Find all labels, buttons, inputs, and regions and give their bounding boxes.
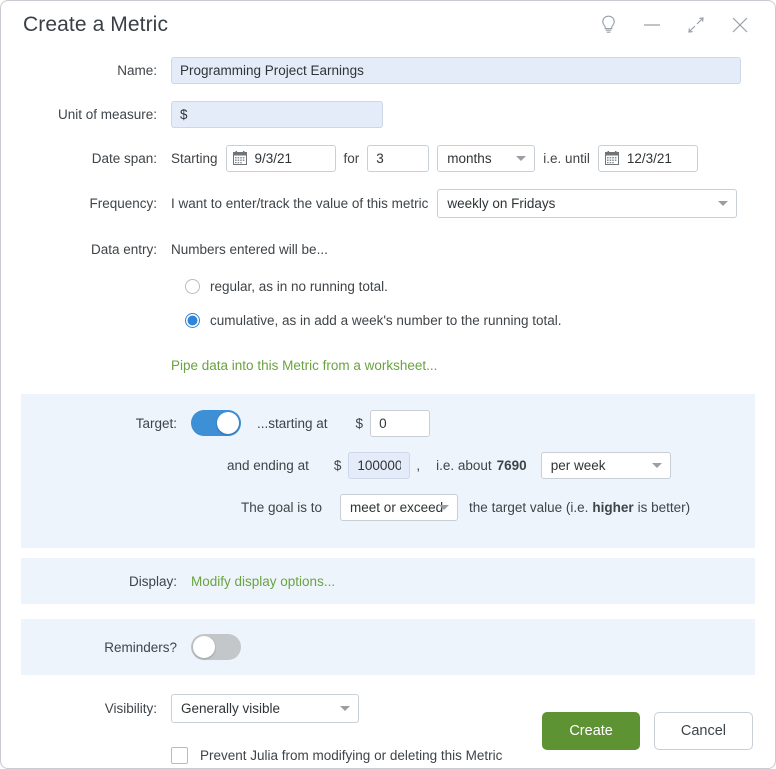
- start-date-value: 9/3/21: [254, 150, 293, 166]
- chevron-down-icon: [718, 201, 729, 206]
- goal-suffix-a: the target value (i.e.: [469, 499, 589, 515]
- radio-regular[interactable]: [185, 279, 200, 294]
- name-input[interactable]: [171, 56, 741, 84]
- data-entry-row: Data entry: Numbers entered will be...: [1, 234, 775, 264]
- visibility-label: Visibility:: [104, 700, 157, 716]
- target-starting-text: ...starting at: [257, 415, 328, 431]
- display-label: Display:: [128, 573, 177, 589]
- frequency-value: weekly on Fridays: [447, 195, 556, 211]
- target-end-input[interactable]: [348, 451, 411, 479]
- target-label: Target:: [135, 415, 177, 431]
- calendar-icon: [604, 151, 619, 165]
- calendar-icon: [232, 151, 247, 165]
- create-metric-dialog: Create a Metric Name: Programming Projec…: [0, 0, 776, 769]
- unit-row: Unit of measure:: [1, 99, 775, 129]
- end-date-field[interactable]: 12/3/21: [597, 144, 698, 172]
- pipe-data-link[interactable]: Pipe data into this Metric from a worksh…: [171, 358, 437, 373]
- collapse-icon[interactable]: [683, 12, 709, 38]
- prevent-modify-checkbox[interactable]: [171, 746, 188, 764]
- cancel-button[interactable]: Cancel: [653, 712, 753, 750]
- close-icon[interactable]: [727, 12, 753, 38]
- create-button[interactable]: Create: [542, 712, 640, 750]
- target-end-currency: $: [333, 457, 342, 473]
- chevron-down-icon: [516, 156, 527, 161]
- chevron-down-icon: [651, 463, 662, 468]
- data-entry-option-cumulative[interactable]: cumulative, as in add a week's number to…: [1, 307, 775, 334]
- goal-suffix-b: is better): [637, 499, 691, 515]
- target-ending-text: and ending at: [227, 457, 309, 473]
- title-bar: Create a Metric: [1, 1, 775, 49]
- minimize-icon[interactable]: [639, 12, 665, 38]
- start-date-field[interactable]: 9/3/21: [225, 144, 336, 172]
- duration-unit-select[interactable]: months: [437, 144, 536, 172]
- target-comma: ,: [416, 457, 421, 473]
- data-entry-label: Data entry:: [90, 241, 157, 257]
- target-start-currency: $: [355, 415, 364, 431]
- reminders-toggle[interactable]: [191, 634, 241, 660]
- radio-regular-label: regular, as in no running total.: [210, 279, 388, 294]
- goal-value: meet or exceed: [350, 499, 444, 515]
- frequency-prefix: I want to enter/track the value of this …: [171, 195, 429, 211]
- prevent-modify-label: Prevent Julia from modifying or deleting…: [200, 747, 503, 763]
- page-title: Create a Metric: [23, 13, 169, 36]
- reminders-row: Reminders?: [21, 632, 755, 662]
- goal-select[interactable]: meet or exceed: [340, 493, 459, 521]
- duration-input[interactable]: [367, 144, 430, 172]
- target-section: Target: ...starting at $ and ending at $…: [21, 394, 755, 548]
- pipe-data-row: Pipe data into this Metric from a worksh…: [1, 350, 775, 380]
- target-about-text: i.e. about: [436, 457, 492, 473]
- date-span-label: Date span:: [91, 150, 157, 166]
- radio-cumulative-label: cumulative, as in add a week's number to…: [210, 313, 562, 328]
- target-period-select[interactable]: per week: [540, 451, 671, 479]
- date-span-row: Date span: Starting 9/3/21 for 3 months …: [1, 143, 775, 173]
- data-entry-option-regular[interactable]: regular, as in no running total.: [1, 273, 775, 300]
- target-toggle[interactable]: [191, 410, 241, 436]
- frequency-label: Frequency:: [89, 195, 157, 211]
- target-ending-row: and ending at $ , i.e. about 7690 per we…: [21, 450, 755, 480]
- frequency-select[interactable]: weekly on Fridays: [437, 188, 738, 218]
- toggle-knob: [217, 412, 239, 434]
- for-text: for: [343, 150, 360, 166]
- visibility-value: Generally visible: [181, 700, 281, 716]
- visibility-select[interactable]: Generally visible: [171, 693, 359, 723]
- display-row: Display: Modify display options...: [21, 566, 755, 596]
- target-about-value: 7690: [496, 457, 527, 473]
- until-text: i.e. until: [543, 150, 590, 166]
- name-label: Name:: [117, 62, 157, 78]
- target-row: Target: ...starting at $: [21, 408, 755, 438]
- display-section: Display: Modify display options...: [21, 558, 755, 604]
- target-goal-row: The goal is to meet or exceed the target…: [21, 492, 755, 522]
- chevron-down-icon: [439, 505, 450, 510]
- name-row: Name:: [1, 55, 775, 85]
- duration-unit-value: months: [447, 150, 492, 166]
- reminders-section: Reminders?: [21, 619, 755, 675]
- radio-cumulative[interactable]: [185, 313, 200, 328]
- reminders-label: Reminders?: [104, 639, 177, 655]
- lightbulb-icon[interactable]: [595, 12, 621, 38]
- goal-suffix-bold: higher: [592, 499, 634, 515]
- dialog-actions: Create Cancel: [542, 712, 753, 750]
- chevron-down-icon: [340, 706, 350, 711]
- end-date-value: 12/3/21: [626, 150, 672, 166]
- target-period-value: per week: [550, 457, 606, 473]
- data-entry-intro: Numbers entered will be...: [171, 241, 328, 257]
- starting-text: Starting: [171, 150, 218, 166]
- frequency-row: Frequency: I want to enter/track the val…: [1, 188, 775, 218]
- modify-display-options-link[interactable]: Modify display options...: [191, 574, 335, 589]
- target-start-input[interactable]: [370, 409, 431, 437]
- unit-input[interactable]: [171, 100, 383, 128]
- goal-prefix: The goal is to: [241, 499, 323, 515]
- toggle-knob: [193, 636, 215, 658]
- unit-label: Unit of measure:: [57, 106, 157, 122]
- window-controls: [595, 12, 761, 38]
